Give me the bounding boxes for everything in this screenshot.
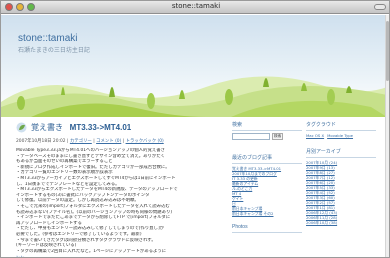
post-title-prefix: 覚え書き	[31, 123, 63, 132]
blog-subtitle: 石瀬たまきの三日坊主日記	[18, 48, 90, 54]
category-link[interactable]: カテゴリー	[70, 139, 92, 144]
tag-link[interactable]: Mac OS X	[306, 133, 324, 138]
vertical-scrollbar[interactable]	[385, 15, 389, 257]
trackback-link[interactable]: トラックバック (0)	[126, 139, 164, 144]
leaf-icon	[16, 122, 27, 133]
divider	[306, 157, 376, 158]
divider	[306, 130, 376, 131]
web-page: stone::tamaki 石瀬たまきの三日坊主日記 覚え書き MT3.33->…	[1, 15, 387, 257]
recent-posts-heading: 最近のブログ記事	[232, 155, 273, 161]
scroll-thumb[interactable]	[386, 21, 389, 81]
toolbar-toggle-button[interactable]	[374, 4, 386, 10]
comments-link[interactable]: コメント (0)	[96, 139, 121, 144]
tag-link[interactable]: Movable Type	[327, 133, 353, 138]
archives-heading: 月別アーカイブ	[306, 149, 341, 155]
post-body: Movable Type3.33.jaからMT4.01へのバージョンアップの個人…	[16, 148, 224, 257]
post-meta: 2007年10月18日 20:02 | カテゴリー | コメント (0) | ト…	[16, 139, 164, 144]
post-title-row: 覚え書き MT3.33->MT4.01	[16, 121, 224, 134]
blog-header: stone::tamaki 石瀬たまきの三日坊主日記	[1, 15, 387, 117]
recent-post-link[interactable]: 前日本キャンプ場 その2	[232, 211, 302, 216]
archives-list: 2007年10月 (24) 2007年9月 (13) 2007年8月 (27) …	[306, 160, 376, 225]
search-button[interactable]: 検索	[272, 133, 284, 140]
browser-window: stone::tamaki stone::tamaki 石瀬たまきの三日坊主日記	[0, 0, 390, 258]
divider	[232, 163, 302, 164]
tag-cloud: Mac OS X Movable Type	[306, 133, 376, 138]
search-heading: 検索	[232, 122, 243, 128]
post-date: 2007年10月18日 20:02	[16, 139, 66, 144]
window-title: stone::tamaki	[171, 2, 221, 10]
archive-link[interactable]: 2006年10月 (38)	[306, 220, 376, 225]
post-title-main: MT3.33->MT4.01	[69, 123, 132, 132]
sidebar-middle: 検索 検索 最近のブログ記事 覚え書き MT3.33->MT4.01 2007年…	[232, 121, 302, 235]
search-input[interactable]	[232, 133, 270, 140]
blog-title-link[interactable]: stone::tamaki	[18, 33, 77, 44]
recent-posts-list: 覚え書き MT3.33->MT4.01 2007年10月までのブログ IT 3.…	[232, 166, 302, 216]
hills-illustration	[1, 76, 387, 117]
inline-link[interactable]: ここ	[16, 254, 25, 257]
main-column: 覚え書き MT3.33->MT4.01 2007年10月18日 20:02 | …	[16, 121, 224, 257]
sidebar-right: タグクラウド Mac OS X Movable Type 月別アーカイブ 200…	[306, 121, 376, 225]
title-bar: stone::tamaki	[1, 1, 389, 14]
divider	[232, 232, 302, 233]
divider	[232, 130, 302, 131]
post-title[interactable]: 覚え書き MT3.33->MT4.01	[31, 122, 131, 133]
photos-heading: Photos	[232, 224, 248, 230]
tag-cloud-heading: タグクラウド	[306, 122, 336, 128]
